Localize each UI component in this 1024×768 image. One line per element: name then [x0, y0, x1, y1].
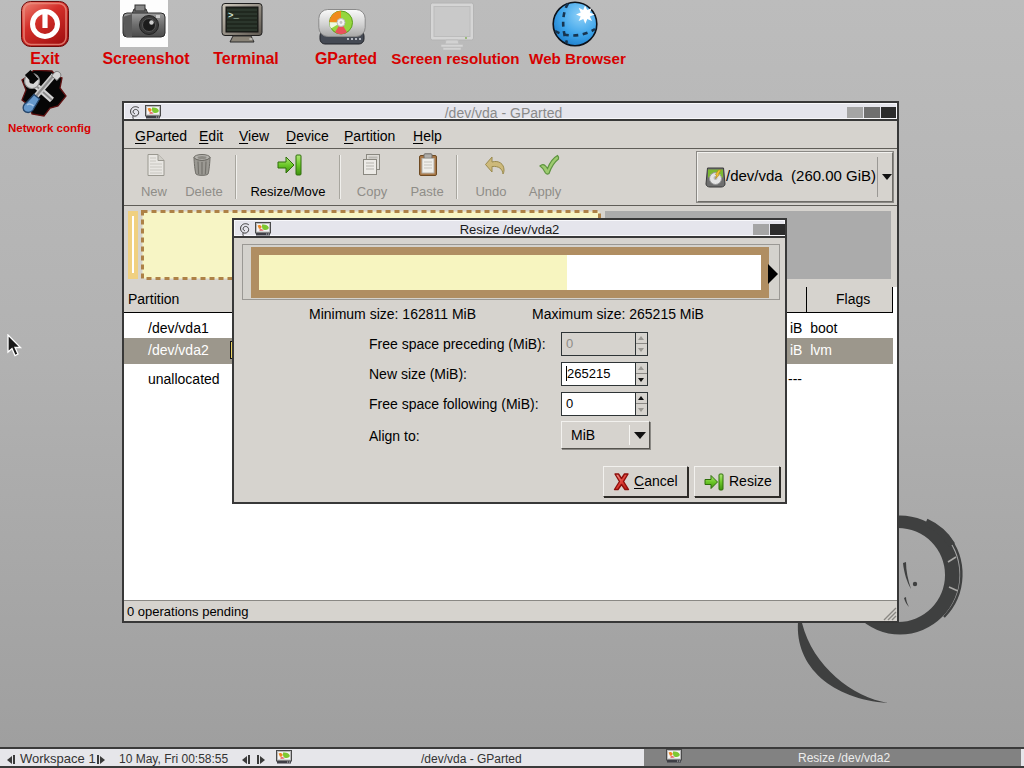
svg-text:>_: >_ — [228, 11, 239, 21]
